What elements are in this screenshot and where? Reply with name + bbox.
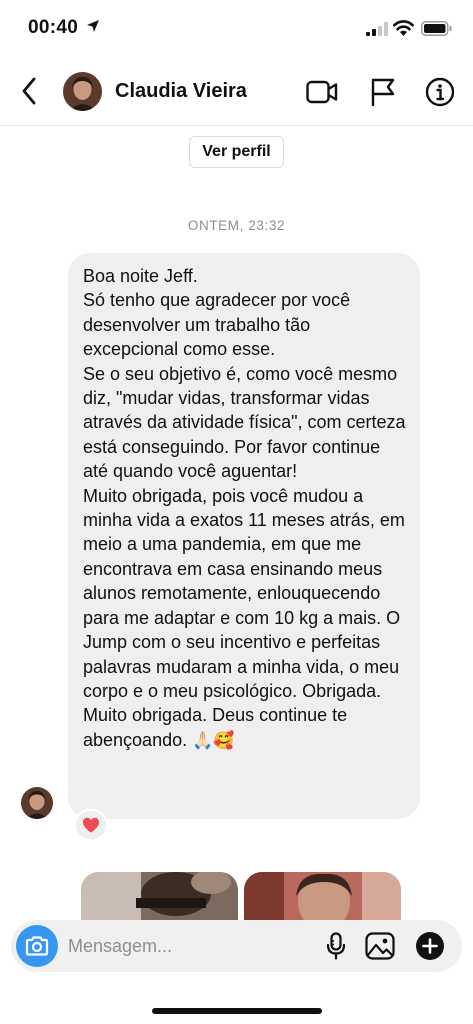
back-button[interactable] [14,73,44,109]
message-bubble[interactable]: Boa noite Jeff. Só tenho que agradecer p… [68,253,420,819]
info-button[interactable] [424,76,456,108]
message-paragraph: Se o seu objetivo é, como você mesmo diz… [83,363,406,482]
media-thumbnail[interactable] [244,872,401,922]
wifi-icon [393,20,414,36]
heart-icon [83,817,99,833]
message-paragraph: Só tenho que agradecer por você desenvol… [83,290,351,360]
camera-icon [25,936,49,956]
more-button[interactable] [414,930,446,962]
view-profile-button[interactable]: Ver perfil [189,136,284,168]
message-timestamp: ONTEM, 23:32 [187,218,286,233]
battery-icon [421,21,452,36]
camera-button[interactable] [16,925,58,967]
status-bar: 00:40 [0,0,473,58]
video-call-icon [306,80,338,104]
message-paragraph: Boa noite Jeff. [83,266,198,286]
gallery-button[interactable] [364,930,396,962]
message-text: Muito obrigada, pois você mudou a minha … [83,485,405,750]
sender-avatar[interactable] [21,787,53,819]
location-arrow-icon [87,20,99,32]
media-thumbnail[interactable] [81,872,238,922]
voice-message-button[interactable] [320,930,352,962]
back-chevron-icon [22,77,36,105]
gallery-icon [365,932,395,960]
cellular-signal-icon [366,22,388,36]
report-button[interactable] [367,76,399,108]
heart-reaction[interactable] [74,809,108,841]
chat-header: Claudia Vieira [0,58,473,126]
message-paragraph: Muito obrigada, pois você mudou a minha … [83,484,406,753]
contact-avatar[interactable] [63,72,102,111]
contact-name[interactable]: Claudia Vieira [115,80,247,103]
plus-icon [416,932,444,960]
flag-icon [371,78,395,106]
microphone-icon [326,932,346,960]
video-call-button[interactable] [306,76,338,108]
emoji-text: 🙏🏻🥰 [192,730,235,751]
message-composer [11,920,462,972]
home-indicator [152,1008,322,1014]
info-icon [425,77,455,107]
message-input[interactable] [68,932,308,960]
status-time: 00:40 [28,17,79,38]
